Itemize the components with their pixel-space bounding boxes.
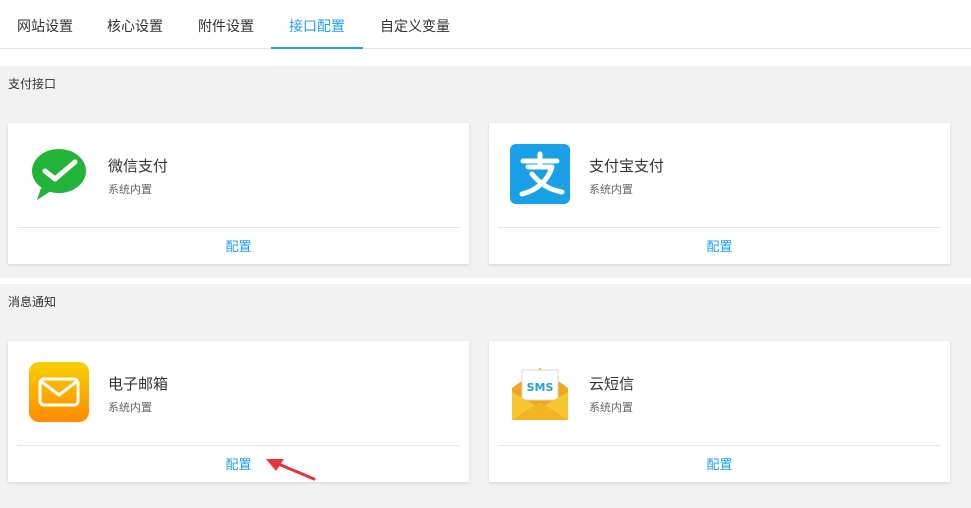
section-title-payment: 支付接口 (0, 66, 971, 103)
alipay-icon (510, 144, 570, 204)
section-title-notification: 消息通知 (0, 284, 971, 321)
card-subtitle: 系统内置 (589, 401, 633, 414)
email-icon (29, 362, 89, 422)
notification-section: 电子邮箱 系统内置 配置 SMS 云短信 系统内置 配置 (0, 321, 971, 508)
card-subtitle: 系统内置 (108, 401, 152, 414)
card-divider (498, 227, 941, 228)
card-name: 电子邮箱 (108, 375, 169, 393)
tab-attachment-settings[interactable]: 附件设置 (181, 0, 271, 49)
sms-icon: SMS (512, 368, 568, 420)
alipay-config-button[interactable]: 配置 (489, 236, 950, 255)
tab-core-settings[interactable]: 核心设置 (90, 0, 180, 49)
card-name: 微信支付 (108, 157, 169, 175)
tab-custom-variables[interactable]: 自定义变量 (363, 0, 467, 49)
card-name: 支付宝支付 (589, 157, 665, 175)
wechat-pay-card: 微信支付 系统内置 配置 (8, 123, 469, 264)
email-config-button[interactable]: 配置 (8, 454, 469, 473)
email-card: 电子邮箱 系统内置 配置 (8, 341, 469, 482)
card-divider (498, 445, 941, 446)
tab-website-settings[interactable]: 网站设置 (0, 0, 90, 49)
card-divider (17, 227, 460, 228)
card-subtitle: 系统内置 (589, 183, 633, 196)
sms-card: SMS 云短信 系统内置 配置 (489, 341, 950, 482)
card-name: 云短信 (589, 375, 635, 393)
card-divider (17, 445, 460, 446)
sms-config-button[interactable]: 配置 (489, 454, 950, 473)
red-arrow-annotation (266, 459, 316, 481)
payment-section: 微信支付 系统内置 配置 支付宝支付 系统内置 配置 (0, 103, 971, 278)
card-subtitle: 系统内置 (108, 183, 152, 196)
wechat-config-button[interactable]: 配置 (8, 236, 469, 255)
settings-tabs: 网站设置 核心设置 附件设置 接口配置 自定义变量 (0, 0, 971, 49)
tab-interface-config[interactable]: 接口配置 (271, 0, 363, 49)
alipay-card: 支付宝支付 系统内置 配置 (489, 123, 950, 264)
wechat-pay-icon (32, 149, 86, 200)
sms-icon-text: SMS (527, 381, 554, 394)
